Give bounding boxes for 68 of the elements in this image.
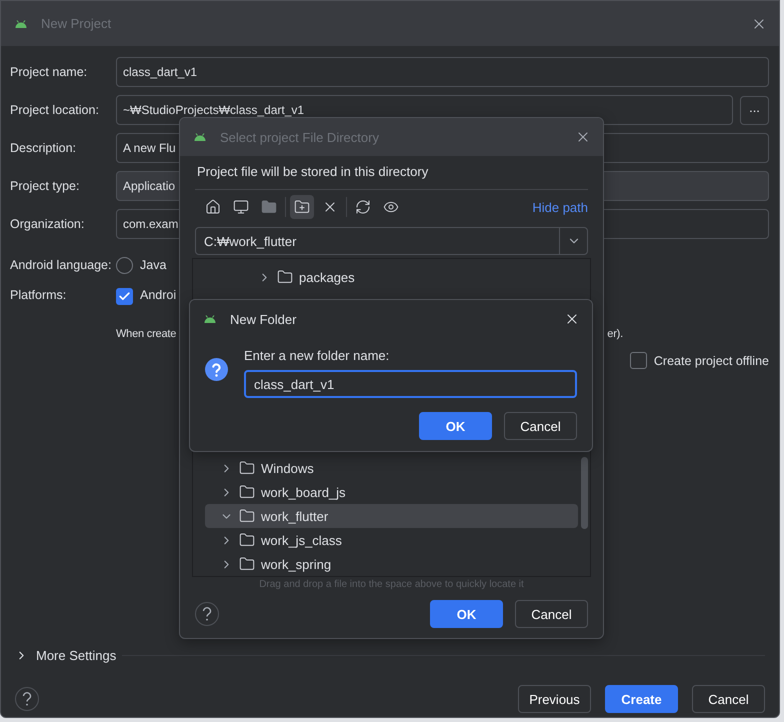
folder-icon — [239, 460, 255, 476]
eye-icon — [383, 199, 399, 215]
description-text: Project file will be stored in this directory — [196, 164, 430, 179]
folder-icon — [239, 484, 255, 500]
android-icon — [194, 133, 206, 141]
folder-icon — [261, 199, 277, 215]
browse-button[interactable]: ... — [740, 96, 769, 124]
dialog-button[interactable]: Create — [605, 685, 678, 713]
radio-label: Java — [140, 258, 166, 272]
input-field[interactable]: class_dart_v1 — [116, 57, 769, 87]
field-label: Android language: — [10, 258, 112, 272]
checkbox[interactable] — [116, 288, 133, 305]
help-icon — [202, 607, 212, 621]
folder-row[interactable]: work_board_js — [205, 480, 578, 504]
help-icon — [22, 692, 32, 706]
field-label: Description: — [10, 141, 77, 155]
check-icon — [118, 290, 131, 303]
dialog-button[interactable]: OK — [419, 412, 492, 440]
field-label: Project type: — [10, 179, 80, 193]
field-label: Project location: — [10, 103, 100, 117]
dialog-title: Select project File Directory — [220, 130, 380, 144]
monitor-icon — [233, 199, 249, 215]
dialog-button[interactable]: OK — [430, 600, 503, 628]
more-settings-toggle[interactable]: More Settings — [15, 648, 116, 663]
help-button[interactable] — [15, 687, 39, 711]
prompt-text: Enter a new folder name: — [244, 348, 390, 363]
folder-icon — [239, 532, 255, 548]
checkbox-label: Androi — [140, 288, 176, 302]
toolbar-button[interactable] — [290, 195, 314, 219]
folder-icon — [239, 508, 255, 524]
folder-row[interactable]: work_js_class — [205, 528, 578, 552]
folder-row[interactable]: work_spring — [205, 552, 578, 576]
note-text: When create — [116, 328, 176, 340]
radio-button[interactable] — [116, 256, 133, 274]
field-label: Platforms: — [10, 288, 68, 302]
dialog-button[interactable]: Cancel — [692, 685, 765, 713]
help-button[interactable] — [195, 602, 219, 626]
scrollbar[interactable] — [581, 457, 588, 529]
dialog-button[interactable]: Cancel — [504, 412, 577, 440]
new-folder-icon — [294, 199, 310, 215]
android-icon — [204, 315, 216, 323]
checkbox-label: Create project offline — [654, 354, 769, 368]
folder-name: packages — [299, 270, 355, 284]
home-icon — [205, 199, 221, 215]
folder-row[interactable]: work_flutter — [205, 504, 578, 528]
refresh-icon — [355, 199, 371, 215]
folder-name: work_js_class — [261, 532, 342, 548]
folder-name: Windows — [261, 460, 314, 476]
field-label: Organization: — [10, 217, 86, 231]
hide-path-link[interactable]: Hide path — [532, 200, 588, 214]
folder-icon — [277, 269, 293, 285]
path-combo[interactable]: C:₩work_flutter — [195, 227, 588, 255]
question-icon — [205, 358, 228, 381]
folder-name: work_spring — [261, 556, 332, 572]
folder-name-input[interactable]: class_dart_v1 — [244, 370, 577, 398]
field-label: Project name: — [10, 65, 88, 79]
folder-row[interactable]: packages — [205, 265, 578, 289]
android-icon — [15, 20, 27, 28]
folder-name: work_flutter — [261, 508, 328, 524]
checkbox[interactable] — [630, 352, 647, 369]
folder-name: work_board_js — [261, 484, 346, 500]
folder-row[interactable]: Windows — [205, 456, 578, 480]
dialog-button[interactable]: Cancel — [515, 600, 588, 628]
dialog-button[interactable]: Previous — [518, 685, 591, 713]
window-title: New Project — [41, 16, 112, 31]
folder-icon — [239, 556, 255, 572]
note-text: er). — [607, 328, 623, 340]
dialog-title: New Folder — [230, 312, 298, 326]
